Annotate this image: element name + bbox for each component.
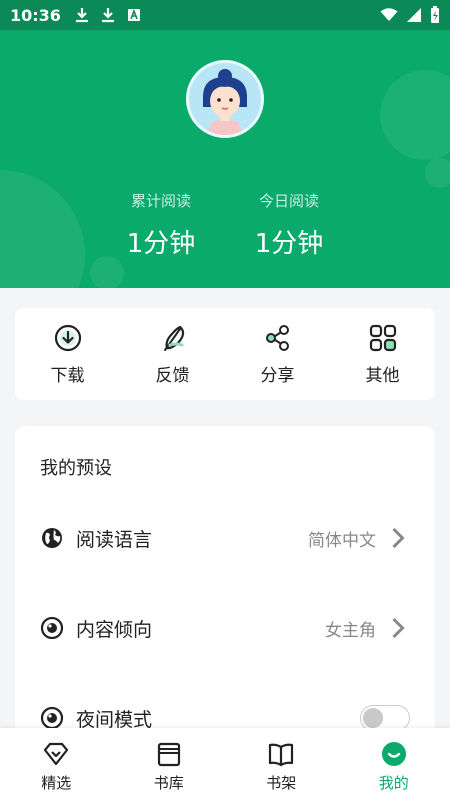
- toggle-knob: [363, 708, 383, 728]
- download-label: 下载: [50, 365, 85, 386]
- nav-label: 精选: [41, 774, 72, 792]
- preferences-title: 我的预设: [40, 458, 112, 479]
- stat-total-reading: 累计阅读 1分钟: [96, 190, 226, 260]
- stat-value: 1分钟: [254, 229, 324, 259]
- share-label: 分享: [260, 365, 295, 386]
- system-icons: [380, 6, 440, 24]
- content-preference-value: 女主角: [325, 620, 376, 641]
- quick-actions: 下载 反馈 分享 其他: [15, 308, 435, 400]
- content-preference-label: 内容倾向: [76, 618, 153, 641]
- stat-value: 1分钟: [126, 229, 196, 259]
- eye-icon: [40, 706, 64, 730]
- smile-icon: [381, 742, 406, 766]
- stat-label: 累计阅读: [130, 192, 191, 210]
- decorative-circle: [425, 158, 450, 188]
- more-label: 其他: [365, 365, 400, 386]
- globe-icon: [42, 528, 62, 548]
- profile-header: 累计阅读 1分钟 今日阅读 1分钟: [0, 30, 450, 288]
- decorative-circle: [0, 170, 85, 288]
- more-action[interactable]: 其他: [330, 308, 435, 400]
- decorative-circle: [380, 70, 450, 160]
- chevron-right-icon: [392, 617, 405, 639]
- share-action[interactable]: 分享: [225, 308, 330, 400]
- battery-charging-icon: [430, 6, 440, 24]
- reading-language-value: 简体中文: [308, 530, 376, 551]
- text-notification-icon: [127, 8, 141, 22]
- reading-language-row[interactable]: 阅读语言 简体中文: [40, 523, 410, 553]
- preferences-card: 我的预设 阅读语言 简体中文 内容倾向 女主角 夜间模式: [15, 426, 435, 746]
- user-avatar-icon: [203, 69, 247, 135]
- bottom-nav: 精选 书库 书架 我的: [0, 728, 450, 800]
- nav-item-library[interactable]: 书库: [113, 728, 226, 800]
- chevron-right-icon: [392, 527, 405, 549]
- nav-label: 我的: [378, 774, 409, 792]
- nav-item-mine[interactable]: 我的: [338, 728, 450, 800]
- download-icon: [75, 7, 89, 23]
- feedback-action[interactable]: 反馈: [120, 308, 225, 400]
- status-time: 10:36: [10, 5, 61, 25]
- stat-label: 今日阅读: [258, 192, 319, 210]
- avatar[interactable]: [186, 60, 264, 138]
- nav-label: 书架: [266, 774, 297, 792]
- share-icon: [265, 324, 289, 351]
- download-action[interactable]: 下载: [15, 308, 120, 400]
- diamond-icon: [44, 742, 69, 766]
- feedback-label: 反馈: [155, 365, 190, 386]
- notification-icons: [75, 7, 141, 23]
- download-icon: [101, 7, 115, 23]
- library-icon: [157, 742, 180, 767]
- nav-label: 书库: [153, 774, 184, 792]
- download-circle-icon: [54, 324, 81, 351]
- reading-language-label: 阅读语言: [76, 528, 153, 551]
- feather-icon: [163, 325, 184, 351]
- decorative-circle: [90, 256, 124, 288]
- stat-today-reading: 今日阅读 1分钟: [224, 190, 354, 260]
- wifi-icon: [380, 8, 398, 22]
- more-grid-icon: [369, 324, 396, 351]
- open-book-icon: [269, 743, 294, 767]
- cell-signal-icon: [406, 7, 422, 23]
- status-bar: 10:36: [0, 0, 450, 30]
- content-preference-row[interactable]: 内容倾向 女主角: [40, 613, 410, 643]
- nav-item-bookshelf[interactable]: 书架: [225, 728, 338, 800]
- nav-item-featured[interactable]: 精选: [0, 728, 113, 800]
- eye-icon: [40, 616, 64, 640]
